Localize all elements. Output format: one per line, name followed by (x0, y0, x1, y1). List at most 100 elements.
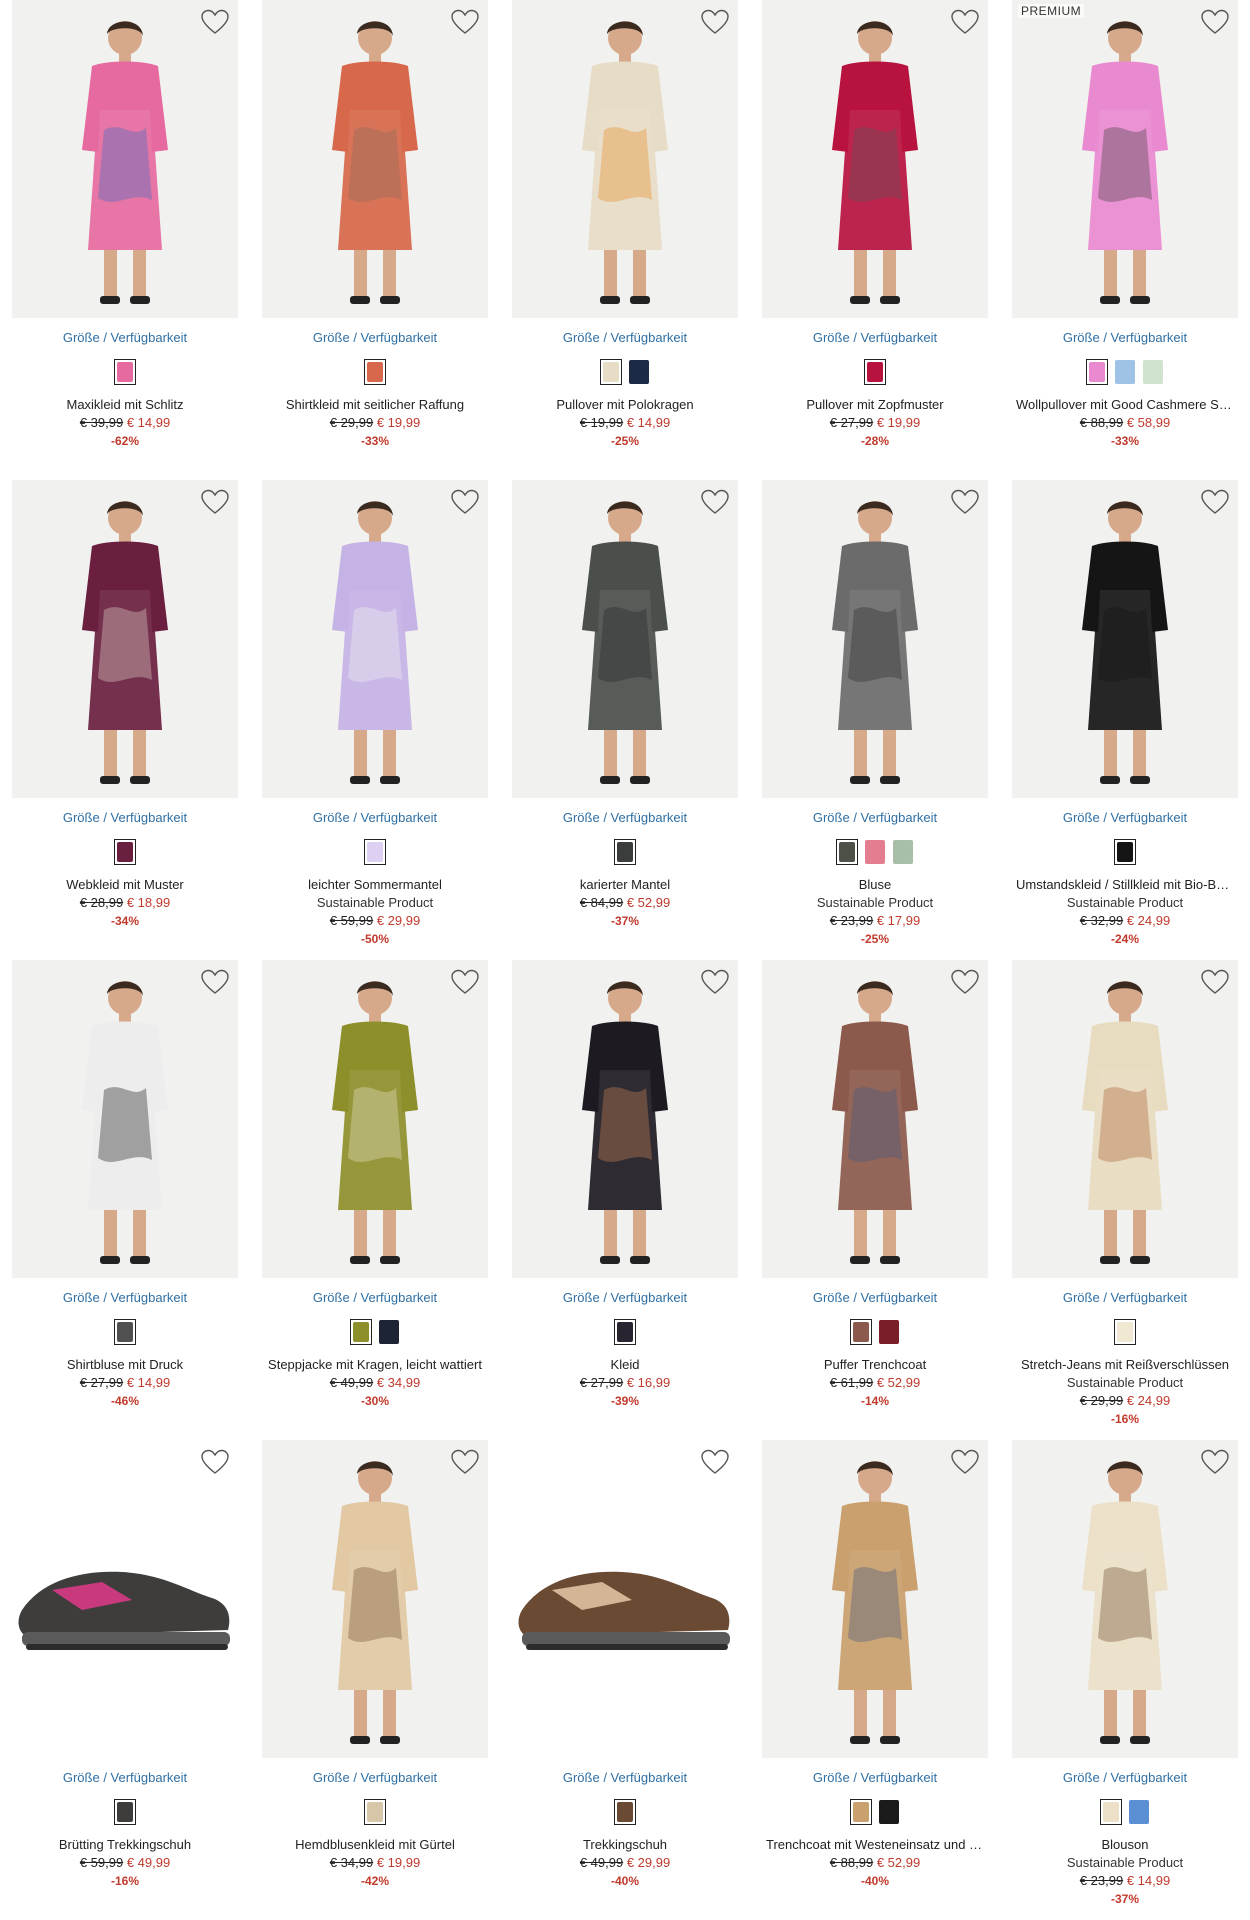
product-card[interactable]: Größe / Verfügbarkeit Brütting Trekkingsc… (12, 1440, 238, 1920)
color-swatch[interactable] (378, 1319, 400, 1345)
product-card[interactable]: Größe / Verfügbarkeit Shirtbluse mit Druc… (12, 960, 238, 1440)
color-swatch[interactable] (364, 1799, 386, 1825)
color-swatch[interactable] (600, 359, 622, 385)
product-name[interactable]: Pullover mit Polokragen (512, 397, 738, 412)
product-card[interactable]: Größe / Verfügbarkeit Puffer Trenchcoat € … (762, 960, 988, 1440)
color-swatch[interactable] (836, 839, 858, 865)
color-swatch[interactable] (864, 359, 886, 385)
product-image[interactable] (762, 960, 988, 1278)
product-name[interactable]: Blouson (1012, 1837, 1238, 1852)
color-swatch[interactable] (614, 1799, 636, 1825)
product-name[interactable]: Brütting Trekkingschuh (12, 1837, 238, 1852)
product-image[interactable] (512, 1440, 738, 1758)
product-card[interactable]: Größe / Verfügbarkeit Webkleid mit Muster… (12, 480, 238, 960)
product-card[interactable]: Größe / Verfügbarkeit Kleid € 27,99 € 16,9… (512, 960, 738, 1440)
product-image[interactable]: PREMIUM (1012, 0, 1238, 318)
product-name[interactable]: Stretch-Jeans mit Reißverschlüssen (1012, 1357, 1238, 1372)
size-availability-link[interactable]: Größe / Verfügbarkeit (262, 1290, 488, 1305)
product-card[interactable]: Größe / Verfügbarkeit Pullover mit Zopfmu… (762, 0, 988, 480)
color-swatch[interactable] (628, 359, 650, 385)
product-image[interactable] (262, 0, 488, 318)
product-name[interactable]: Wollpullover mit Good Cashmere Standard®… (1012, 397, 1238, 412)
size-availability-link[interactable]: Größe / Verfügbarkeit (1012, 330, 1238, 345)
wishlist-heart-icon[interactable] (1200, 8, 1230, 36)
product-image[interactable] (1012, 480, 1238, 798)
product-name[interactable]: Kleid (512, 1357, 738, 1372)
size-availability-link[interactable]: Größe / Verfügbarkeit (12, 1770, 238, 1785)
product-name[interactable]: Maxikleid mit Schlitz (12, 397, 238, 412)
size-availability-link[interactable]: Größe / Verfügbarkeit (762, 1290, 988, 1305)
size-availability-link[interactable]: Größe / Verfügbarkeit (1012, 1770, 1238, 1785)
wishlist-heart-icon[interactable] (950, 8, 980, 36)
product-image[interactable] (1012, 1440, 1238, 1758)
size-availability-link[interactable]: Größe / Verfügbarkeit (512, 810, 738, 825)
product-name[interactable]: Puffer Trenchcoat (762, 1357, 988, 1372)
color-swatch[interactable] (1114, 1319, 1136, 1345)
product-image[interactable] (762, 480, 988, 798)
color-swatch[interactable] (878, 1799, 900, 1825)
wishlist-heart-icon[interactable] (950, 968, 980, 996)
product-image[interactable] (262, 960, 488, 1278)
color-swatch[interactable] (114, 359, 136, 385)
color-swatch[interactable] (364, 839, 386, 865)
product-name[interactable]: Hemdblusenkleid mit Gürtel (262, 1837, 488, 1852)
size-availability-link[interactable]: Größe / Verfügbarkeit (1012, 1290, 1238, 1305)
wishlist-heart-icon[interactable] (200, 8, 230, 36)
product-name[interactable]: Shirtbluse mit Druck (12, 1357, 238, 1372)
product-image[interactable] (512, 0, 738, 318)
product-card[interactable]: Größe / Verfügbarkeit Bluse Sustainable Pr… (762, 480, 988, 960)
size-availability-link[interactable]: Größe / Verfügbarkeit (12, 1290, 238, 1305)
wishlist-heart-icon[interactable] (950, 1448, 980, 1476)
product-name[interactable]: Bluse (762, 877, 988, 892)
product-card[interactable]: Größe / Verfügbarkeit Umstandskleid / Sti… (1012, 480, 1238, 960)
product-image[interactable] (12, 480, 238, 798)
size-availability-link[interactable]: Größe / Verfügbarkeit (262, 810, 488, 825)
size-availability-link[interactable]: Größe / Verfügbarkeit (762, 1770, 988, 1785)
product-name[interactable]: Steppjacke mit Kragen, leicht wattiert (262, 1357, 488, 1372)
size-availability-link[interactable]: Größe / Verfügbarkeit (512, 1770, 738, 1785)
size-availability-link[interactable]: Größe / Verfügbarkeit (1012, 810, 1238, 825)
product-name[interactable]: Shirtkleid mit seitlicher Raffung (262, 397, 488, 412)
wishlist-heart-icon[interactable] (200, 968, 230, 996)
product-image[interactable] (762, 0, 988, 318)
wishlist-heart-icon[interactable] (1200, 968, 1230, 996)
color-swatch[interactable] (614, 1319, 636, 1345)
product-image[interactable] (512, 480, 738, 798)
color-swatch[interactable] (114, 1799, 136, 1825)
size-availability-link[interactable]: Größe / Verfügbarkeit (762, 330, 988, 345)
size-availability-link[interactable]: Größe / Verfügbarkeit (262, 330, 488, 345)
size-availability-link[interactable]: Größe / Verfügbarkeit (762, 810, 988, 825)
product-card[interactable]: Größe / Verfügbarkeit Blouson Sustainable … (1012, 1440, 1238, 1920)
product-image[interactable] (512, 960, 738, 1278)
wishlist-heart-icon[interactable] (700, 8, 730, 36)
product-image[interactable] (1012, 960, 1238, 1278)
product-card[interactable]: Größe / Verfügbarkeit Trekkingschuh € 49,9… (512, 1440, 738, 1920)
color-swatch[interactable] (614, 839, 636, 865)
wishlist-heart-icon[interactable] (950, 488, 980, 516)
product-card[interactable]: Größe / Verfügbarkeit karierter Mantel € 8… (512, 480, 738, 960)
product-name[interactable]: leichter Sommermantel (262, 877, 488, 892)
wishlist-heart-icon[interactable] (1200, 1448, 1230, 1476)
product-card[interactable]: Größe / Verfügbarkeit Maxikleid mit Schli… (12, 0, 238, 480)
product-card[interactable]: Größe / Verfügbarkeit Steppjacke mit Krag… (262, 960, 488, 1440)
product-card[interactable]: Größe / Verfügbarkeit Shirtkleid mit seit… (262, 0, 488, 480)
wishlist-heart-icon[interactable] (700, 488, 730, 516)
color-swatch[interactable] (114, 1319, 136, 1345)
wishlist-heart-icon[interactable] (1200, 488, 1230, 516)
wishlist-heart-icon[interactable] (200, 488, 230, 516)
color-swatch[interactable] (1114, 359, 1136, 385)
wishlist-heart-icon[interactable] (450, 968, 480, 996)
product-name[interactable]: Trenchcoat mit Westeneinsatz und Kapuze (762, 1837, 988, 1852)
wishlist-heart-icon[interactable] (450, 1448, 480, 1476)
color-swatch[interactable] (1086, 359, 1108, 385)
product-card[interactable]: Größe / Verfügbarkeit Stretch-Jeans mit R… (1012, 960, 1238, 1440)
product-card[interactable]: Größe / Verfügbarkeit Hemdblusenkleid mit… (262, 1440, 488, 1920)
color-swatch[interactable] (114, 839, 136, 865)
product-name[interactable]: karierter Mantel (512, 877, 738, 892)
product-image[interactable] (262, 480, 488, 798)
color-swatch[interactable] (1128, 1799, 1150, 1825)
color-swatch[interactable] (1100, 1799, 1122, 1825)
product-name[interactable]: Trekkingschuh (512, 1837, 738, 1852)
color-swatch[interactable] (850, 1319, 872, 1345)
product-image[interactable] (12, 1440, 238, 1758)
